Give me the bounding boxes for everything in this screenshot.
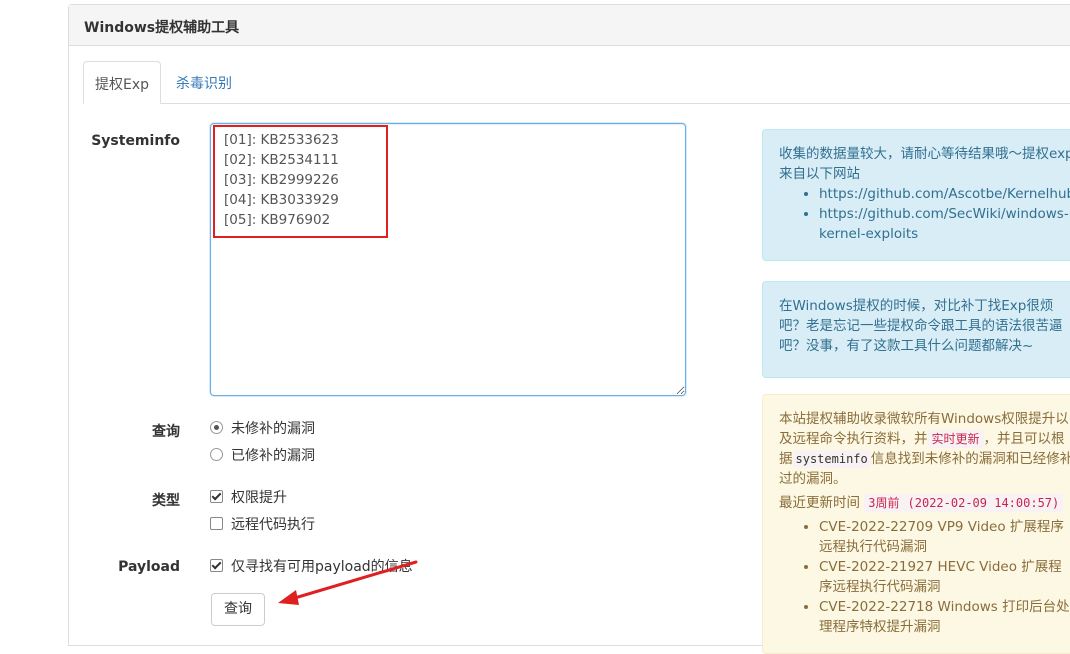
source-link[interactable]: https://github.com/Ascotbe/Kernelhub: [819, 186, 1070, 202]
checkbox-icon[interactable]: [210, 490, 223, 503]
info-alert-description: 在Windows提权的时候，对比补丁找Exp很烦吧？老是忘记一些提权命令跟工具的…: [762, 281, 1070, 378]
option-label: 未修补的漏洞: [231, 421, 315, 437]
cve-item[interactable]: CVE-2022-22709 VP9 Video 扩展程序远程执行代码漏洞: [819, 517, 1070, 557]
tab-privilege-exp[interactable]: 提权Exp: [83, 61, 162, 104]
cve-item[interactable]: CVE-2022-22718 Windows 打印后台处理程序特权提升漏洞: [819, 597, 1070, 637]
cve-list: CVE-2022-22709 VP9 Video 扩展程序远程执行代码漏洞 CV…: [779, 517, 1070, 637]
tab-bar: 提权Exp 杀毒识别: [83, 61, 1070, 104]
systeminfo-code: systeminfo: [792, 450, 871, 468]
type-label: 类型: [152, 493, 180, 509]
systeminfo-line: [03]: KB2999226: [224, 172, 339, 188]
tab-antivirus-detect[interactable]: 杀毒识别: [165, 61, 243, 103]
option-label: 已修补的漏洞: [231, 448, 315, 464]
source-link[interactable]: https://github.com/SecWiki/windows-kerne…: [819, 206, 1069, 242]
systeminfo-content: [01]: KB2533623 [02]: KB2534111 [03]: KB…: [224, 130, 524, 230]
query-label: 查询: [152, 424, 180, 440]
radio-icon[interactable]: [210, 448, 223, 461]
option-label: 远程代码执行: [231, 517, 315, 533]
option-label: 仅寻找有可用payload的信息: [231, 559, 413, 575]
checkbox-icon[interactable]: [210, 559, 223, 572]
realtime-badge: 实时更新: [927, 430, 984, 448]
systeminfo-label: Systeminfo: [91, 133, 180, 149]
info-text: 收集的数据量较大，请耐心等待结果哦～提权exp来自以下网站: [779, 146, 1070, 182]
query-option-patched[interactable]: 已修补的漏洞: [210, 446, 315, 466]
type-option-rce[interactable]: 远程代码执行: [210, 515, 315, 535]
warn-intro: 本站提权辅助收录微软所有Windows权限提升以及远程命令执行资料，并 实时更新，…: [779, 411, 1070, 487]
updated-time: (2022-02-09 14:00:57): [903, 494, 1064, 512]
info-alert-sources: 收集的数据量较大，请耐心等待结果哦～提权exp来自以下网站 https://gi…: [762, 129, 1070, 261]
last-updated: 最近更新时间 3周前 (2022-02-09 14:00:57): [779, 493, 1070, 513]
source-links: https://github.com/Ascotbe/Kernelhub htt…: [779, 184, 1070, 244]
cve-item[interactable]: CVE-2022-21927 HEVC Video 扩展程序远程执行代码漏洞: [819, 557, 1070, 597]
checkbox-icon[interactable]: [210, 517, 223, 530]
warning-alert-updates: 本站提权辅助收录微软所有Windows权限提升以及远程命令执行资料，并 实时更新，…: [762, 394, 1070, 654]
systeminfo-line: [01]: KB2533623: [224, 132, 339, 148]
query-option-unpatched[interactable]: 未修补的漏洞: [210, 419, 315, 439]
option-label: 权限提升: [231, 490, 287, 506]
systeminfo-line: [05]: KB976902: [224, 212, 331, 228]
type-option-privilege[interactable]: 权限提升: [210, 488, 287, 508]
payload-option[interactable]: 仅寻找有可用payload的信息: [210, 557, 413, 577]
info-text: 在Windows提权的时候，对比补丁找Exp很烦吧？老是忘记一些提权命令跟工具的…: [779, 298, 1063, 354]
payload-label: Payload: [118, 559, 180, 575]
query-submit-button[interactable]: 查询: [211, 593, 265, 626]
updated-ago: 3周前: [864, 494, 904, 512]
systeminfo-line: [02]: KB2534111: [224, 152, 339, 168]
tool-panel: Windows提权辅助工具 提权Exp 杀毒识别 Systeminfo [01]…: [68, 4, 1070, 654]
radio-icon[interactable]: [210, 421, 223, 434]
panel-title: Windows提权辅助工具: [69, 5, 1070, 46]
systeminfo-line: [04]: KB3033929: [224, 192, 339, 208]
